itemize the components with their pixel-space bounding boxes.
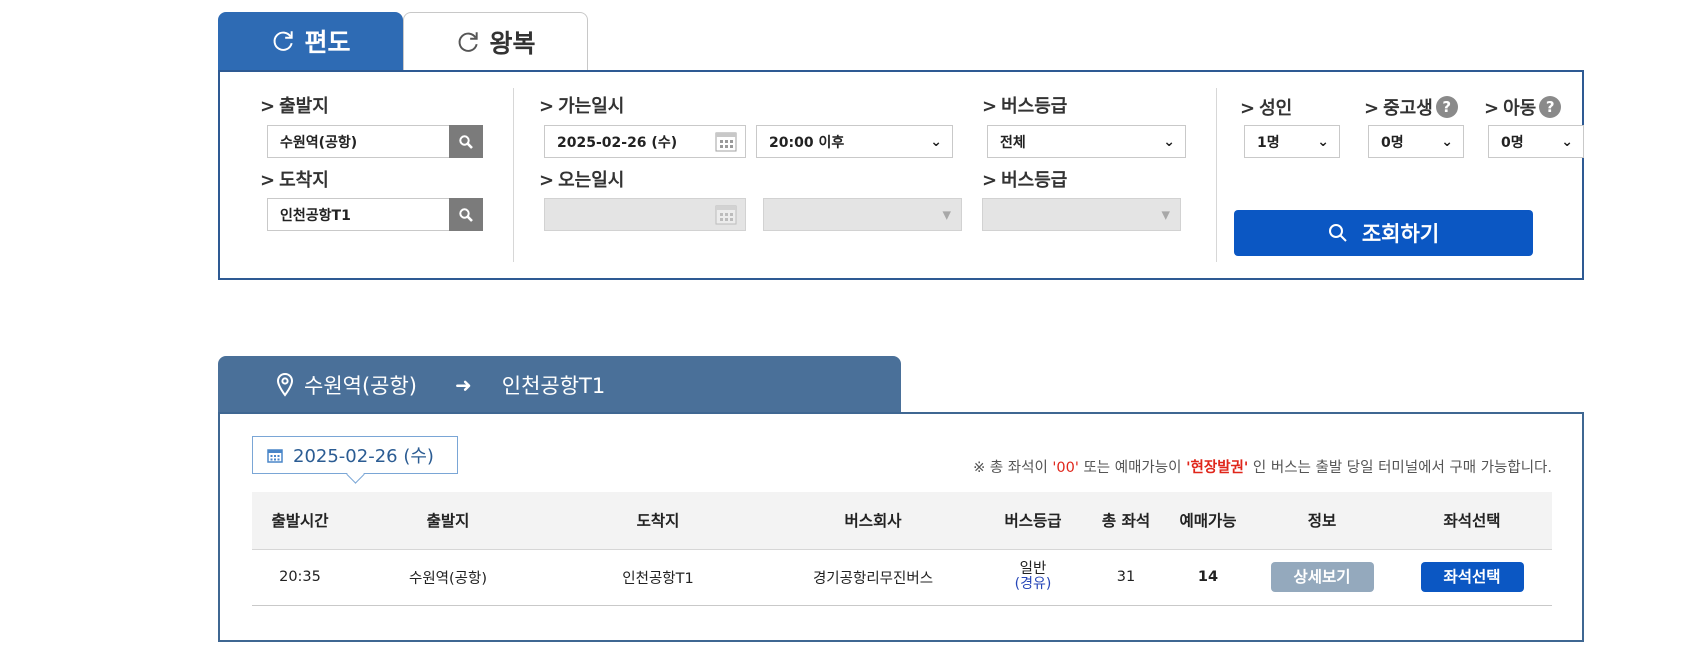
seat-cell: 좌석선택 (1392, 549, 1552, 606)
go-date-field[interactable]: 2025-02-26 (수) (544, 125, 746, 158)
calendar-icon (267, 448, 283, 463)
bus-grade: 일반 (1019, 561, 1047, 577)
bus-grade-cell: 일반 (경유) (978, 549, 1088, 606)
return-date-field (544, 198, 746, 231)
route-from: 수원역(공항) (304, 374, 417, 398)
tab-oneway[interactable]: 편도 (218, 12, 403, 70)
departure-time: 20:35 (252, 549, 348, 606)
arrival-place: 인천공항T1 (548, 549, 768, 606)
refresh-icon (274, 31, 294, 51)
route-header: 수원역(공항) ➜ 인천공항T1 (218, 356, 901, 414)
column-header: 총 좌석 (1088, 492, 1164, 550)
bus-grade-note: (경유) (1014, 576, 1052, 592)
search-form: > 출발지 수원역(공항) > 도착지 인천공항T1 > 가는일시 2025-02-2… (218, 70, 1584, 280)
magnifier-icon (459, 134, 473, 149)
schedule-table: 출발시간 출발지 도착지 버스회사 버스등급 총 좌석 예매가능 정보 좌석선택… (252, 492, 1552, 606)
departure-search-button[interactable] (449, 125, 483, 158)
student-label: > 중고생? (1364, 94, 1458, 120)
calendar-icon (715, 205, 737, 224)
calendar-icon[interactable] (715, 132, 737, 152)
child-label: > 아동? (1484, 94, 1562, 120)
student-count-value: 0명 (1381, 134, 1404, 151)
column-header: 도착지 (548, 492, 768, 550)
detail-button[interactable]: 상세보기 (1270, 562, 1374, 592)
return-time-select: ▼ (763, 198, 962, 231)
departure-label: > 출발지 (260, 96, 329, 117)
tab-roundtrip[interactable]: 왕복 (403, 12, 588, 70)
arrival-search-button[interactable] (449, 198, 483, 231)
chevron-down-icon: ⌄ (1317, 133, 1329, 150)
column-header: 좌석선택 (1392, 492, 1552, 550)
location-pin-icon (276, 373, 294, 397)
chevron-down-icon: ⌄ (1561, 133, 1573, 150)
child-count-select[interactable]: 0명 ⌄ (1488, 125, 1584, 158)
student-count-select[interactable]: 0명 ⌄ (1368, 125, 1464, 158)
divider (1216, 88, 1217, 262)
refresh-icon (459, 31, 479, 52)
go-date-value: 2025-02-26 (수) (557, 134, 678, 151)
available-seats: 14 (1164, 549, 1252, 606)
query-button-label: 조회하기 (1361, 222, 1440, 246)
column-header: 출발시간 (252, 492, 348, 550)
table-row: 20:35 수원역(공항) 인천공항T1 경기공항리무진버스 일반 (경유) 3… (252, 549, 1552, 606)
return-bus-grade-label: > 버스등급 (982, 170, 1068, 191)
result-panel: 2025-02-26 (수) ※ 총 좌석이 '00' 또는 예매가능이 '현장… (218, 412, 1584, 642)
column-header: 버스회사 (768, 492, 978, 550)
total-seats: 31 (1088, 549, 1164, 606)
trip-type-tabs: 편도 왕복 (218, 12, 588, 70)
help-icon[interactable]: ? (1435, 96, 1458, 118)
chevron-down-icon: ⌄ (1163, 133, 1175, 150)
departure-place: 수원역(공항) (348, 549, 548, 606)
tab-roundtrip-label: 왕복 (489, 28, 536, 58)
chevron-down-icon: ⌄ (930, 133, 942, 150)
adult-label: > 성인 (1240, 98, 1293, 119)
arrival-label: > 도착지 (260, 170, 329, 191)
child-count-value: 0명 (1501, 134, 1524, 151)
bus-grade-value: 전체 (1000, 134, 1026, 151)
seat-select-button[interactable]: 좌석선택 (1420, 562, 1524, 592)
return-bus-grade-select: ▼ (982, 198, 1181, 231)
divider (513, 88, 514, 262)
chevron-down-icon: ▼ (1161, 208, 1170, 221)
bus-grade-select[interactable]: 전체 ⌄ (987, 125, 1186, 158)
go-date-label: > 가는일시 (539, 96, 625, 117)
result-date: 2025-02-26 (수) (293, 446, 434, 467)
go-time-value: 20:00 이후 (769, 134, 845, 151)
bus-company: 경기공항리무진버스 (768, 549, 978, 606)
arrival-field[interactable]: 인천공항T1 (267, 198, 483, 231)
column-header: 예매가능 (1164, 492, 1252, 550)
search-icon (1328, 224, 1347, 242)
bus-grade-label: > 버스등급 (982, 96, 1068, 117)
result-date-chip[interactable]: 2025-02-26 (수) (252, 436, 458, 474)
departure-field[interactable]: 수원역(공항) (267, 125, 483, 158)
table-header-row: 출발시간 출발지 도착지 버스회사 버스등급 총 좌석 예매가능 정보 좌석선택 (252, 492, 1552, 550)
query-button[interactable]: 조회하기 (1234, 210, 1533, 256)
return-date-label: > 오는일시 (539, 170, 625, 191)
departure-value: 수원역(공항) (280, 134, 358, 151)
go-time-select[interactable]: 20:00 이후 ⌄ (756, 125, 953, 158)
adult-count-select[interactable]: 1명 ⌄ (1244, 125, 1340, 158)
column-header: 버스등급 (978, 492, 1088, 550)
adult-count-value: 1명 (1257, 134, 1280, 151)
route-to: 인천공항T1 (501, 374, 606, 398)
info-cell: 상세보기 (1252, 549, 1392, 606)
column-header: 출발지 (348, 492, 548, 550)
chevron-down-icon: ⌄ (1441, 133, 1453, 150)
tab-oneway-label: 편도 (304, 28, 351, 57)
chevron-down-icon: ▼ (942, 208, 951, 221)
magnifier-icon (459, 207, 473, 222)
arrival-value: 인천공항T1 (280, 207, 351, 224)
help-icon[interactable]: ? (1539, 96, 1562, 118)
arrow-right-icon: ➜ (455, 373, 472, 397)
column-header: 정보 (1252, 492, 1392, 550)
purchase-notice: ※ 총 좌석이 '00' 또는 예매가능이 '현장발권' 인 버스는 출발 당일… (973, 460, 1552, 476)
